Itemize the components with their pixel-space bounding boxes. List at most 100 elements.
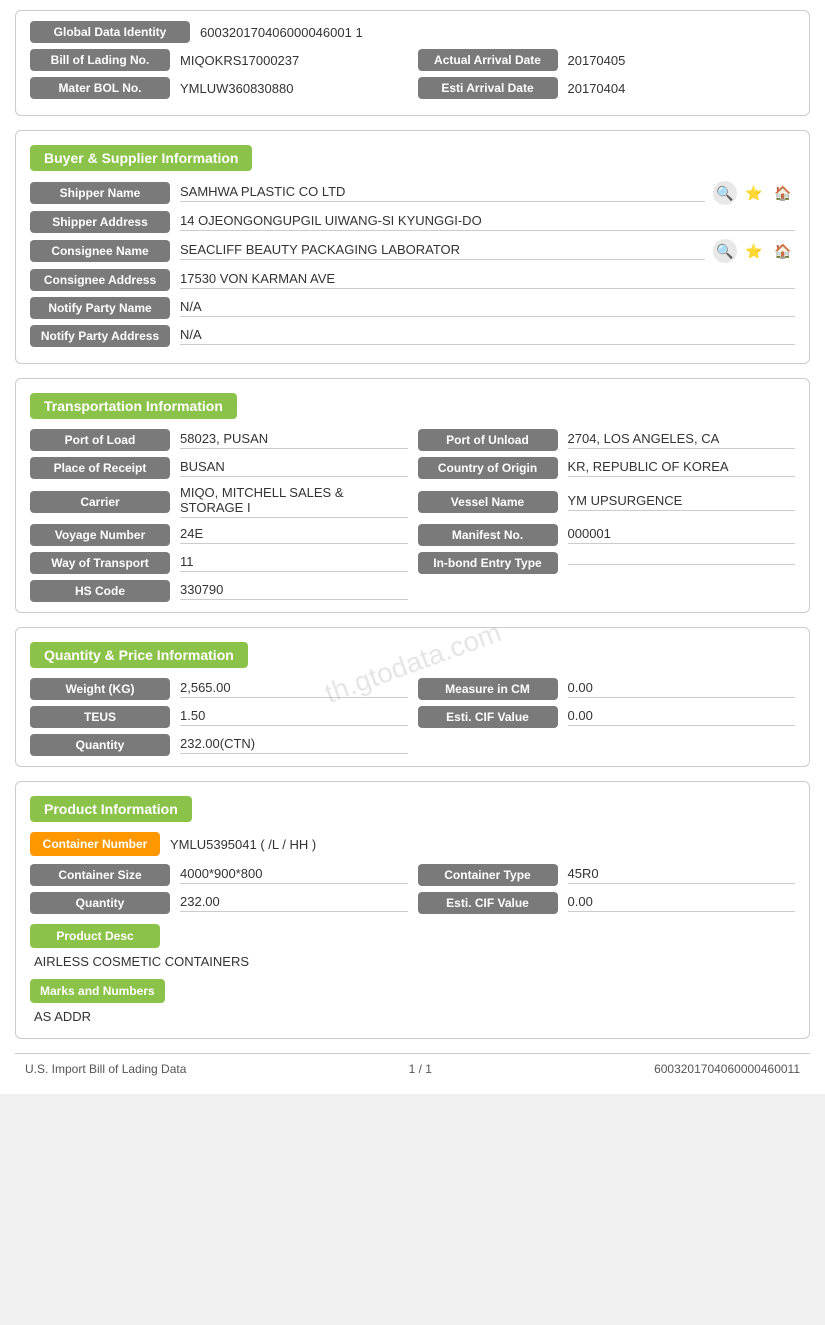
global-data-identity-row: Global Data Identity 6003201704060000460… [30, 21, 795, 43]
in-bond-entry-type-value [568, 562, 796, 565]
weight-measure-row: Weight (KG) 2,565.00 Measure in CM 0.00 [30, 678, 795, 700]
footer-right: 6003201704060000460011 [654, 1062, 800, 1076]
notify-party-name-row: Notify Party Name N/A [30, 297, 795, 319]
esti-cif-value-label: Esti. CIF Value [418, 706, 558, 728]
transportation-title: Transportation Information [30, 393, 237, 419]
page-wrapper: Global Data Identity 6003201704060000460… [0, 0, 825, 1094]
consignee-address-row: Consignee Address 17530 VON KARMAN AVE [30, 269, 795, 291]
bill-of-lading-row: Bill of Lading No. MIQOKRS17000237 Actua… [30, 49, 795, 71]
marks-and-numbers-block: Marks and Numbers AS ADDR [30, 979, 795, 1024]
esti-cif-value-value: 0.00 [568, 708, 796, 726]
way-of-transport-value: 11 [180, 554, 408, 572]
transportation-section: Transportation Information Port of Load … [15, 378, 810, 613]
quantity-label: Quantity [30, 734, 170, 756]
footer-left: U.S. Import Bill of Lading Data [25, 1062, 186, 1076]
mater-bol-row: Mater BOL No. YMLUW360830880 Esti Arriva… [30, 77, 795, 99]
vessel-name-label: Vessel Name [418, 491, 558, 513]
carrier-vessel-row: Carrier MIQO, MITCHELL SALES & STORAGE I… [30, 485, 795, 518]
container-type-value: 45R0 [568, 866, 796, 884]
identity-box: Global Data Identity 6003201704060000460… [15, 10, 810, 116]
shipper-name-icons: 🔍 ⭐ 🏠 [713, 181, 795, 205]
carrier-label: Carrier [30, 491, 170, 513]
prod-quantity-cif-row: Quantity 232.00 Esti. CIF Value 0.00 [30, 892, 795, 914]
marks-and-numbers-text: AS ADDR [30, 1009, 795, 1024]
manifest-no-label: Manifest No. [418, 524, 558, 546]
hs-code-value: 330790 [180, 582, 408, 600]
star-icon-2[interactable]: ⭐ [742, 239, 766, 263]
consignee-address-label: Consignee Address [30, 269, 170, 291]
product-grid: Container Size 4000*900*800 Container Ty… [30, 864, 795, 914]
notify-party-address-label: Notify Party Address [30, 325, 170, 347]
marks-and-numbers-label: Marks and Numbers [30, 979, 165, 1003]
buyer-supplier-section: Buyer & Supplier Information Shipper Nam… [15, 130, 810, 364]
in-bond-entry-type-label: In-bond Entry Type [418, 552, 558, 574]
weight-value: 2,565.00 [180, 680, 408, 698]
esti-arrival-date-label: Esti Arrival Date [418, 77, 558, 99]
quantity-price-title: Quantity & Price Information [30, 642, 248, 668]
container-size-label: Container Size [30, 864, 170, 886]
buyer-supplier-title: Buyer & Supplier Information [30, 145, 252, 171]
hs-code-label: HS Code [30, 580, 170, 602]
hs-code-row: HS Code 330790 [30, 580, 795, 602]
shipper-name-value: SAMHWA PLASTIC CO LTD [180, 184, 705, 202]
measure-in-cm-label: Measure in CM [418, 678, 558, 700]
prod-esti-cif-value: 0.00 [568, 894, 796, 912]
mater-bol-label: Mater BOL No. [30, 77, 170, 99]
container-number-label: Container Number [30, 832, 160, 856]
consignee-name-icons: 🔍 ⭐ 🏠 [713, 239, 795, 263]
container-size-value: 4000*900*800 [180, 866, 408, 884]
consignee-address-value: 17530 VON KARMAN AVE [180, 271, 795, 289]
teus-value: 1.50 [180, 708, 408, 726]
product-information-section: Product Information Container Number YML… [15, 781, 810, 1039]
teus-label: TEUS [30, 706, 170, 728]
notify-party-address-value: N/A [180, 327, 795, 345]
search-icon-2[interactable]: 🔍 [713, 239, 737, 263]
page-footer: U.S. Import Bill of Lading Data 1 / 1 60… [15, 1053, 810, 1084]
carrier-value: MIQO, MITCHELL SALES & STORAGE I [180, 485, 408, 518]
home-icon-2[interactable]: 🏠 [771, 239, 795, 263]
qty-grid: Weight (KG) 2,565.00 Measure in CM 0.00 … [30, 678, 795, 756]
actual-arrival-date-value: 20170405 [568, 53, 626, 68]
place-of-receipt-value: BUSAN [180, 459, 408, 477]
product-desc-label: Product Desc [30, 924, 160, 948]
notify-party-name-label: Notify Party Name [30, 297, 170, 319]
esti-arrival-date-value: 20170404 [568, 81, 626, 96]
search-icon[interactable]: 🔍 [713, 181, 737, 205]
prod-quantity-label: Quantity [30, 892, 170, 914]
container-size-type-row: Container Size 4000*900*800 Container Ty… [30, 864, 795, 886]
bill-of-lading-value: MIQOKRS17000237 [180, 53, 299, 68]
quantity-value: 232.00(CTN) [180, 736, 408, 754]
port-of-load-label: Port of Load [30, 429, 170, 451]
weight-label: Weight (KG) [30, 678, 170, 700]
container-number-row: Container Number YMLU5395041 ( /L / HH ) [30, 832, 795, 856]
bill-of-lading-label: Bill of Lading No. [30, 49, 170, 71]
voyage-number-value: 24E [180, 526, 408, 544]
transport-grid: Port of Load 58023, PUSAN Port of Unload… [30, 429, 795, 602]
product-information-title: Product Information [30, 796, 192, 822]
country-of-origin-label: Country of Origin [418, 457, 558, 479]
container-type-label: Container Type [418, 864, 558, 886]
product-desc-text: AIRLESS COSMETIC CONTAINERS [30, 954, 795, 969]
way-of-transport-label: Way of Transport [30, 552, 170, 574]
home-icon[interactable]: 🏠 [771, 181, 795, 205]
voyage-manifest-row: Voyage Number 24E Manifest No. 000001 [30, 524, 795, 546]
footer-center: 1 / 1 [409, 1062, 432, 1076]
prod-quantity-value: 232.00 [180, 894, 408, 912]
product-desc-block: Product Desc AIRLESS COSMETIC CONTAINERS [30, 924, 795, 969]
port-row: Port of Load 58023, PUSAN Port of Unload… [30, 429, 795, 451]
consignee-name-value: SEACLIFF BEAUTY PACKAGING LABORATOR [180, 242, 705, 260]
country-of-origin-value: KR, REPUBLIC OF KOREA [568, 459, 796, 477]
prod-esti-cif-label: Esti. CIF Value [418, 892, 558, 914]
voyage-number-label: Voyage Number [30, 524, 170, 546]
global-data-identity-label: Global Data Identity [30, 21, 190, 43]
shipper-address-row: Shipper Address 14 OJEONGONGUPGIL UIWANG… [30, 211, 795, 233]
consignee-name-label: Consignee Name [30, 240, 170, 262]
port-of-unload-label: Port of Unload [418, 429, 558, 451]
shipper-name-label: Shipper Name [30, 182, 170, 204]
star-icon[interactable]: ⭐ [742, 181, 766, 205]
way-inbond-row: Way of Transport 11 In-bond Entry Type [30, 552, 795, 574]
consignee-name-row: Consignee Name SEACLIFF BEAUTY PACKAGING… [30, 239, 795, 263]
notify-party-address-row: Notify Party Address N/A [30, 325, 795, 347]
port-of-unload-value: 2704, LOS ANGELES, CA [568, 431, 796, 449]
teus-cif-row: TEUS 1.50 Esti. CIF Value 0.00 [30, 706, 795, 728]
